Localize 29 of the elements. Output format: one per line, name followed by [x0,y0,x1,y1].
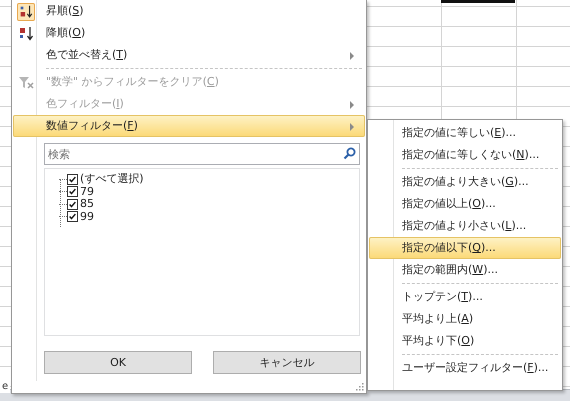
menu-item[interactable]: 指定の値より大きい(G)... [369,171,561,193]
menu-item[interactable]: ユーザー設定フィルター(F)... [369,357,561,379]
checkbox[interactable] [67,174,78,185]
search-icon [343,147,356,160]
value-label: 79 [80,186,94,198]
menu-item[interactable]: 指定の値に等しくない(N)... [369,144,561,166]
resize-grip-icon[interactable] [356,383,364,391]
value-label: (すべて選択) [80,173,144,186]
menu-item[interactable]: トップテン(T)... [369,286,561,308]
checkbox[interactable] [67,211,78,222]
value-label: 99 [80,210,94,223]
menu-item[interactable]: 昇順(S) [13,0,365,22]
menu-item[interactable]: 平均より下(O) [369,330,561,352]
menu-item[interactable]: 指定の値より小さい(L)... [369,215,561,237]
checkbox[interactable] [67,198,78,210]
menu-item[interactable]: 指定の値に等しい(E)... [369,122,561,144]
value-label: 85 [80,198,94,210]
search-field[interactable]: 検索 [44,143,360,165]
menu-item[interactable]: 数値フィルター(F) [13,115,365,137]
menu-item[interactable]: 指定の範囲内(W)... [369,259,561,281]
sheet-tab[interactable]: e [0,380,10,393]
menu-item[interactable]: 降順(O) [13,22,365,44]
dialog-button[interactable]: キャンセル [213,351,361,374]
checkbox[interactable] [67,186,78,198]
menu-item[interactable]: 指定の値以下(Q)... [369,237,561,259]
menu-item[interactable]: 平均より上(A) [369,308,561,330]
dialog-button[interactable]: OK [44,351,192,374]
menu-item[interactable]: 色で並べ替え(T) [13,44,365,66]
menu-item[interactable]: 指定の値以上(O)... [369,193,561,215]
